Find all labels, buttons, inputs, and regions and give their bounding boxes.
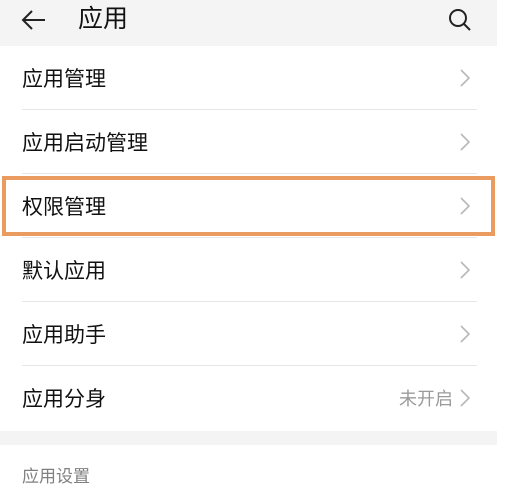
list-item-label: 应用助手 — [22, 323, 106, 347]
chevron-right-icon — [460, 133, 471, 151]
list-item-label: 默认应用 — [22, 259, 106, 283]
status-value: 未开启 — [399, 389, 453, 410]
list-item-label: 权限管理 — [22, 195, 106, 219]
list-item-permission-management[interactable]: 权限管理 — [0, 174, 497, 238]
chevron-right-icon — [460, 261, 471, 279]
page-title: 应用 — [78, 4, 129, 33]
list-item-label: 应用启动管理 — [22, 131, 148, 155]
section-gap — [0, 431, 497, 445]
list-item-app-startup-management[interactable]: 应用启动管理 — [0, 110, 497, 174]
chevron-right-icon — [460, 325, 471, 343]
search-button[interactable] — [440, 0, 480, 40]
list-item-label: 应用管理 — [22, 67, 106, 91]
list-item-app-management[interactable]: 应用管理 — [0, 46, 497, 110]
settings-list: 应用管理 应用启动管理 权限管理 默认应用 应用助手 应用分身 未开启 — [0, 46, 497, 430]
list-item-app-twin[interactable]: 应用分身 未开启 — [0, 366, 497, 430]
app-header: 应用 — [0, 0, 497, 46]
section-header: 应用设置 — [22, 467, 90, 487]
list-item-app-assistant[interactable]: 应用助手 — [0, 302, 497, 366]
list-item-default-apps[interactable]: 默认应用 — [0, 238, 497, 302]
list-item-label: 应用分身 — [22, 387, 106, 411]
chevron-right-icon — [460, 69, 471, 87]
search-icon — [449, 9, 471, 31]
back-button[interactable] — [14, 0, 54, 40]
chevron-right-icon — [460, 389, 471, 407]
arrow-left-icon — [21, 10, 45, 30]
chevron-right-icon — [460, 197, 471, 215]
